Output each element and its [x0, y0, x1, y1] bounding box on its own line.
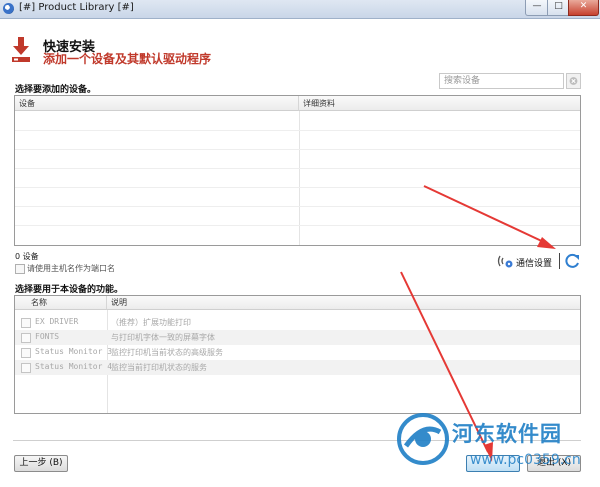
function-checkbox[interactable]	[21, 333, 31, 343]
communication-settings-icon[interactable]	[497, 254, 513, 268]
function-name: Status Monitor 4	[35, 362, 113, 371]
window-titlebar[interactable]: [#] Product Library [#] — □ ✕	[0, 0, 600, 19]
function-description: （推荐）扩展功能打印	[111, 318, 191, 327]
function-checkbox[interactable]	[21, 348, 31, 358]
app-icon	[3, 3, 14, 14]
watermark-logo-icon	[397, 413, 449, 465]
close-icon: ✕	[579, 1, 588, 11]
column-header-device[interactable]: 设备	[15, 96, 299, 111]
function-table[interactable]: 名称 说明 EX DRIVER （推荐）扩展功能打印 FONTS 与打印机字体一…	[14, 295, 581, 414]
maximize-button[interactable]: □	[547, 0, 570, 16]
search-clear-icon[interactable]	[566, 73, 581, 89]
column-header-details[interactable]: 详细资料	[299, 96, 580, 111]
use-host-checkbox[interactable]	[15, 264, 25, 274]
row-divider	[15, 168, 580, 169]
close-button[interactable]: ✕	[568, 0, 599, 16]
back-button[interactable]: 上一步 (B)	[14, 455, 68, 472]
function-checkbox[interactable]	[21, 318, 31, 328]
watermark-text: 河东软件园	[452, 422, 562, 446]
column-header-description[interactable]: 说明	[107, 296, 580, 310]
watermark-url: www.pc0359.cn	[470, 452, 581, 468]
download-install-icon	[12, 37, 30, 62]
row-divider	[15, 187, 580, 188]
minimize-icon: —	[532, 1, 542, 11]
communication-settings-link[interactable]: 通信设置	[516, 256, 552, 269]
function-row[interactable]: EX DRIVER （推荐）扩展功能打印	[15, 315, 580, 330]
minimize-button[interactable]: —	[525, 0, 549, 16]
device-count: 0 设备	[15, 252, 39, 261]
function-row[interactable]: Status Monitor 4 监控当前打印机状态的服务	[15, 360, 580, 375]
page-subtitle: 添加一个设备及其默认驱动程序	[43, 52, 212, 66]
function-row[interactable]: Status Monitor 3 监控打印机当前状态的高级服务	[15, 345, 580, 360]
function-checkbox[interactable]	[21, 363, 31, 373]
function-description: 监控打印机当前状态的高级服务	[111, 348, 223, 357]
function-name: EX DRIVER	[35, 317, 79, 326]
device-section-label: 选择要添加的设备。	[15, 85, 97, 95]
column-header-name[interactable]: 名称	[15, 296, 107, 310]
device-search-input[interactable]: 搜索设备	[439, 73, 564, 89]
row-divider	[15, 225, 580, 226]
window-title: [#] Product Library [#]	[19, 2, 134, 13]
refresh-icon[interactable]	[563, 252, 581, 270]
function-name: FONTS	[35, 332, 60, 341]
function-section-label: 选择要用于本设备的功能。	[15, 285, 124, 295]
toolbar-divider	[559, 253, 560, 269]
device-table[interactable]: 设备 详细资料	[14, 95, 581, 246]
function-description: 与打印机字体一致的屏幕字体	[111, 333, 215, 342]
row-divider	[15, 130, 580, 131]
function-description: 监控当前打印机状态的服务	[111, 363, 207, 372]
use-host-label: 请使用主机名作为端口名	[27, 264, 115, 273]
function-row[interactable]: FONTS 与打印机字体一致的屏幕字体	[15, 330, 580, 345]
maximize-icon: □	[554, 1, 563, 11]
row-divider	[15, 149, 580, 150]
row-divider	[15, 206, 580, 207]
function-name: Status Monitor 3	[35, 347, 113, 356]
